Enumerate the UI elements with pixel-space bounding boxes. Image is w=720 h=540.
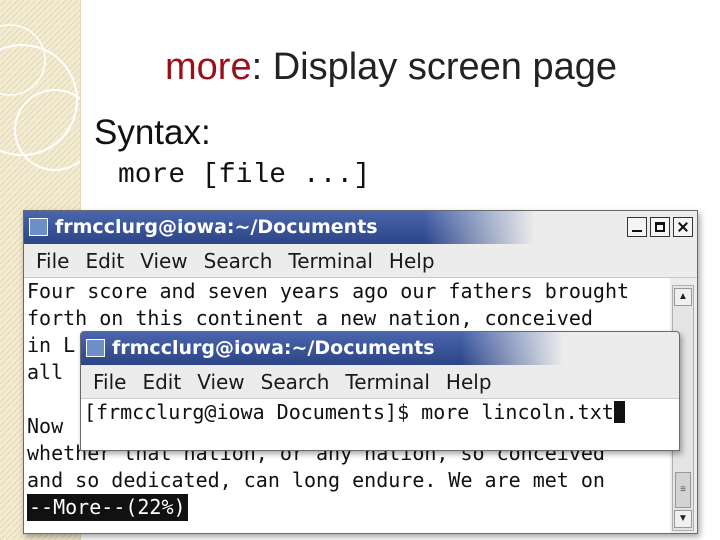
window-title: frmcclurg@iowa:~/Documents — [112, 337, 435, 359]
window-titlebar[interactable]: frmcclurg@iowa:~/Documents — [81, 332, 679, 365]
terminal-icon — [86, 339, 105, 357]
more-prompt: --More--(22%) — [27, 494, 188, 521]
maximize-icon[interactable] — [650, 217, 670, 237]
terminal-line: Four score and seven years ago our fathe… — [27, 279, 630, 303]
menu-bar: File Edit View Search Terminal Help — [81, 365, 679, 399]
menu-file[interactable]: File — [93, 370, 126, 394]
titlebar-gradient — [461, 332, 581, 365]
more-prompt-line: --More--(22%) — [24, 494, 670, 521]
scroll-down-icon[interactable]: ▼ — [674, 510, 692, 528]
slide-title-command: more — [165, 46, 252, 88]
menu-view[interactable]: View — [140, 249, 187, 273]
menu-search[interactable]: Search — [261, 370, 330, 394]
close-icon[interactable] — [673, 217, 693, 237]
terminal-output[interactable]: [frmcclurg@iowa Documents]$ more lincoln… — [81, 399, 679, 450]
titlebar-light-area — [581, 332, 679, 365]
slide-title-description: : Display screen page — [251, 46, 617, 88]
syntax-heading: Syntax: — [94, 113, 211, 152]
terminal-window-front: frmcclurg@iowa:~/Documents File Edit Vie… — [80, 331, 680, 451]
menu-help[interactable]: Help — [446, 370, 492, 394]
command-text: [frmcclurg@iowa Documents]$ more lincoln… — [84, 400, 614, 424]
text-cursor — [613, 401, 625, 423]
slide-title: more: Display screen page — [0, 46, 720, 89]
menu-help[interactable]: Help — [389, 249, 435, 273]
terminal-line: forth on this continent a new nation, co… — [27, 306, 593, 330]
window-controls — [627, 217, 693, 237]
menu-edit[interactable]: Edit — [142, 370, 181, 394]
menu-edit[interactable]: Edit — [85, 249, 124, 273]
menu-file[interactable]: File — [36, 249, 69, 273]
window-title: frmcclurg@iowa:~/Documents — [55, 216, 378, 238]
menu-terminal[interactable]: Terminal — [345, 370, 430, 394]
menu-bar: File Edit View Search Terminal Help — [24, 244, 697, 278]
command-line[interactable]: [frmcclurg@iowa Documents]$ more lincoln… — [81, 399, 679, 426]
menu-terminal[interactable]: Terminal — [288, 249, 373, 273]
minimize-icon[interactable] — [627, 217, 647, 237]
syntax-line: more [file ...] — [118, 160, 371, 191]
scroll-up-icon[interactable]: ▲ — [674, 288, 692, 306]
terminal-icon — [29, 218, 48, 236]
menu-search[interactable]: Search — [204, 249, 273, 273]
menu-view[interactable]: View — [197, 370, 244, 394]
scroll-thumb-grip-icon[interactable]: ≡ — [675, 472, 691, 508]
window-titlebar[interactable]: frmcclurg@iowa:~/Documents — [24, 211, 697, 244]
terminal-line: and so dedicated, can long endure. We ar… — [27, 468, 605, 492]
titlebar-gradient — [424, 211, 554, 244]
